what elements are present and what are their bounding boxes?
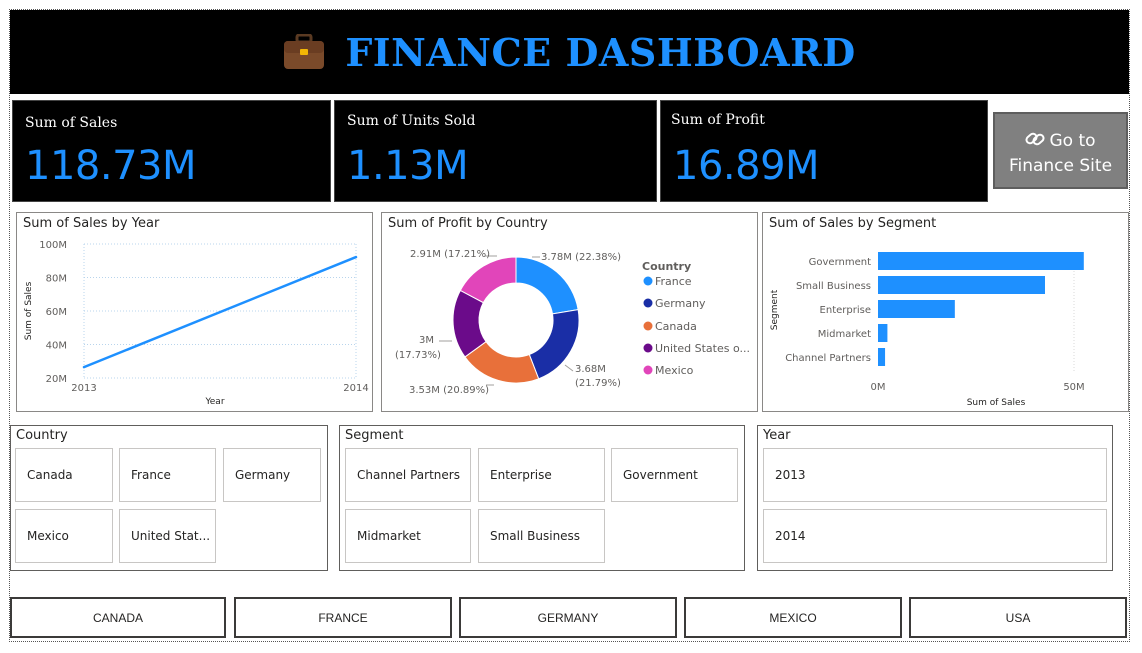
slicer-item-channel-partners[interactable]: Channel Partners — [345, 448, 471, 502]
slicer-title: Year — [763, 428, 791, 443]
legend-item-usa: United States o... — [655, 342, 750, 355]
sales-by-year-chart[interactable]: Sum of Sales by Year 100M 80M 60M 40M 20M 201… — [16, 212, 373, 412]
x-axis-label: Year — [204, 397, 224, 407]
category-label: Small Business — [796, 281, 871, 292]
nav-button-usa[interactable]: USA — [909, 597, 1127, 638]
kpi-value: 1.13M — [347, 143, 469, 189]
y-tick-label: 100M — [39, 240, 67, 251]
slice-france — [515, 256, 579, 315]
legend-title: Country — [642, 260, 691, 273]
slicer-item-mexico[interactable]: Mexico — [15, 509, 113, 563]
slicer-item-2013[interactable]: 2013 — [763, 448, 1107, 502]
data-label-usa-pct: (17.73%) — [395, 350, 441, 361]
data-label-usa: 3M — [419, 335, 434, 346]
bar-chart-svg: Government Small Business Enterprise Midmar… — [770, 252, 1085, 408]
bar-channel-partners — [878, 348, 886, 366]
legend-item-france: France — [655, 275, 692, 288]
category-label: Channel Partners — [785, 353, 871, 364]
nav-button-mexico[interactable]: MEXICO — [684, 597, 902, 638]
y-tick-label: 40M — [46, 341, 67, 352]
data-label-france: 3.78M (22.38%) — [541, 252, 621, 263]
legend-item-mexico: Mexico — [655, 364, 694, 377]
briefcase-icon — [283, 33, 325, 70]
category-label: Midmarket — [818, 329, 871, 340]
x-tick-label: 2014 — [343, 383, 368, 394]
slicer-item-canada[interactable]: Canada — [15, 448, 113, 502]
donut-chart-svg: 3.78M (22.38%) 3.68M (21.79%) 3.53M (20.89%… — [395, 249, 750, 396]
go-to-finance-site-button[interactable]: Go to Finance Site — [993, 112, 1128, 189]
bar-government — [878, 252, 1084, 270]
slicer-title: Segment — [345, 428, 404, 443]
y-tick-label: 20M — [46, 374, 67, 385]
x-axis-label: Sum of Sales — [967, 398, 1026, 408]
x-tick-label: 2013 — [71, 383, 96, 394]
x-tick-label: 0M — [871, 382, 886, 393]
data-label-mexico: 2.91M (17.21%) — [410, 249, 490, 260]
y-axis-label: Sum of Sales — [24, 281, 34, 340]
nav-button-france[interactable]: FRANCE — [234, 597, 452, 638]
kpi-label: Sum of Profit — [671, 112, 765, 128]
country-slicer: Country Canada France Germany Mexico Uni… — [10, 425, 328, 571]
bar-small-business — [878, 276, 1045, 294]
nav-button-canada[interactable]: CANADA — [10, 597, 226, 638]
legend-marker-usa — [643, 343, 653, 353]
series-line — [82, 255, 358, 369]
slicer-item-united-states[interactable]: United Stat... — [119, 509, 216, 563]
kpi-card-units-sold: Sum of Units Sold 1.13M — [334, 100, 657, 202]
slicer-item-germany[interactable]: Germany — [223, 448, 321, 502]
data-label-germany: 3.68M — [575, 364, 606, 375]
kpi-label: Sum of Units Sold — [347, 113, 476, 129]
kpi-label: Sum of Sales — [25, 115, 118, 131]
year-slicer: Year 2013 2014 — [757, 425, 1113, 571]
category-label: Government — [809, 257, 871, 268]
legend-marker-germany — [643, 298, 653, 308]
dashboard-header: FINANCE DASHBOARD — [10, 10, 1129, 94]
slicer-item-enterprise[interactable]: Enterprise — [478, 448, 605, 502]
slicer-item-small-business[interactable]: Small Business — [478, 509, 605, 563]
page-title: FINANCE DASHBOARD — [345, 29, 856, 75]
leader-line — [564, 364, 574, 372]
link-icon — [1025, 130, 1046, 155]
kpi-card-profit: Sum of Profit 16.89M — [660, 100, 988, 202]
nav-button-germany[interactable]: GERMANY — [459, 597, 677, 638]
legend-item-germany: Germany — [655, 297, 706, 310]
slice-germany — [528, 309, 580, 380]
legend-marker-mexico — [643, 365, 653, 375]
x-tick-label: 50M — [1063, 382, 1084, 393]
line-chart-svg: 100M 80M 60M 40M 20M 2013 2014 Year Sum of Sales — [24, 240, 369, 407]
data-label-canada: 3.53M (20.89%) — [409, 385, 489, 396]
kpi-value: 16.89M — [673, 143, 820, 189]
sales-by-segment-chart[interactable]: Sum of Sales by Segment Government Small … — [762, 212, 1129, 412]
category-label: Enterprise — [820, 305, 871, 316]
slicer-item-2014[interactable]: 2014 — [763, 509, 1107, 563]
legend-marker-france — [643, 276, 653, 286]
legend-marker-canada — [643, 321, 653, 331]
segment-slicer: Segment Channel Partners Enterprise Gove… — [339, 425, 745, 571]
bar-enterprise — [878, 300, 955, 318]
y-axis-label: Segment — [770, 289, 780, 330]
slicer-item-midmarket[interactable]: Midmarket — [345, 509, 471, 563]
bar-midmarket — [878, 324, 888, 342]
slicer-item-government[interactable]: Government — [611, 448, 738, 502]
slicer-title: Country — [16, 428, 68, 443]
link-button-line2: Finance Site — [1008, 156, 1113, 176]
y-tick-label: 80M — [46, 274, 67, 285]
data-label-germany-pct: (21.79%) — [575, 378, 621, 389]
legend-item-canada: Canada — [655, 320, 697, 333]
kpi-card-sales: Sum of Sales 118.73M — [12, 100, 331, 202]
kpi-value: 118.73M — [25, 143, 196, 189]
link-button-line1: Go to — [1049, 131, 1096, 151]
y-tick-label: 60M — [46, 307, 67, 318]
profit-by-country-chart[interactable]: Sum of Profit by Country 3.78M (22.38%) 3… — [381, 212, 758, 412]
slicer-item-france[interactable]: France — [119, 448, 216, 502]
